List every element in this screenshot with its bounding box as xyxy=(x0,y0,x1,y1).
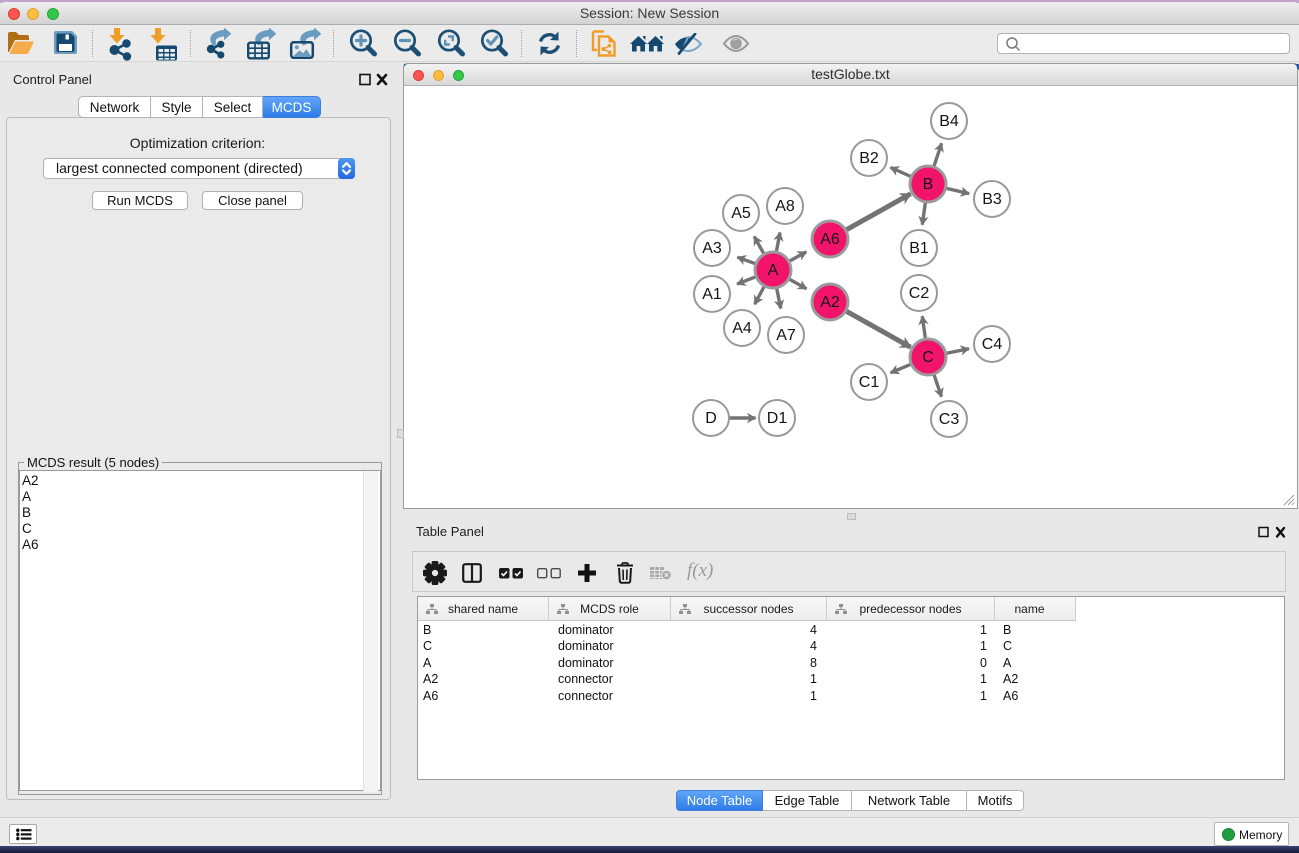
svg-text:C: C xyxy=(922,349,934,366)
svg-text:B2: B2 xyxy=(859,150,879,167)
svg-text:A1: A1 xyxy=(702,286,722,303)
svg-text:A2: A2 xyxy=(820,294,840,311)
svg-text:A5: A5 xyxy=(731,205,751,222)
svg-text:B4: B4 xyxy=(939,113,959,130)
svg-text:C3: C3 xyxy=(939,411,960,428)
svg-text:B3: B3 xyxy=(982,191,1002,208)
svg-text:A4: A4 xyxy=(732,320,752,337)
svg-text:A: A xyxy=(768,262,779,279)
svg-text:A3: A3 xyxy=(702,240,722,257)
svg-text:A8: A8 xyxy=(775,198,795,215)
svg-text:C1: C1 xyxy=(859,374,880,391)
svg-text:C2: C2 xyxy=(909,285,930,302)
svg-text:B: B xyxy=(923,176,934,193)
svg-text:D: D xyxy=(705,410,717,427)
svg-text:C4: C4 xyxy=(982,336,1003,353)
svg-text:A7: A7 xyxy=(776,327,796,344)
svg-text:D1: D1 xyxy=(767,410,788,427)
svg-text:A6: A6 xyxy=(820,231,840,248)
svg-text:B1: B1 xyxy=(909,240,929,257)
